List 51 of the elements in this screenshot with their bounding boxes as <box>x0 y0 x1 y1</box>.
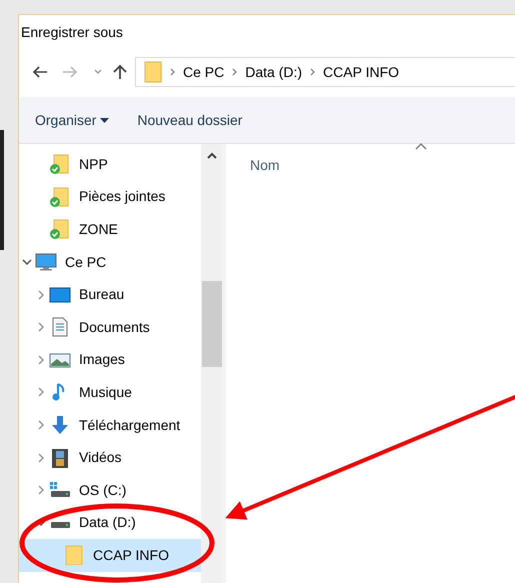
collapse-chevron-icon[interactable] <box>37 420 45 430</box>
folder-icon <box>144 61 162 83</box>
collapse-chevron-icon[interactable] <box>37 354 45 365</box>
tree-item[interactable]: ZONE <box>19 213 201 246</box>
dropdown-chevron-icon[interactable] <box>93 68 103 76</box>
tree-item[interactable]: Bureau <box>19 278 201 311</box>
new-folder-button[interactable]: Nouveau dossier <box>137 110 242 130</box>
synced-folder-icon <box>49 154 71 174</box>
up-arrow-icon[interactable] <box>113 64 127 80</box>
film-strip-icon <box>49 448 71 468</box>
breadcrumb-item[interactable]: Ce PC <box>183 62 224 82</box>
address-bar[interactable]: Ce PC Data (D:) CCAP INFO <box>135 57 515 87</box>
window-title: Enregistrer sous <box>21 24 123 40</box>
synced-folder-icon <box>49 186 71 207</box>
collapse-chevron-icon[interactable] <box>37 322 45 332</box>
scrollbar[interactable] <box>201 144 223 583</box>
tree-item[interactable]: Images <box>19 344 201 376</box>
breadcrumb-item[interactable]: Data (D:) <box>245 62 302 82</box>
download-arrow-icon <box>49 415 71 436</box>
collapse-chevron-icon[interactable] <box>37 452 45 463</box>
scroll-up-icon[interactable] <box>207 152 217 159</box>
tree-item[interactable]: NPP <box>19 148 201 181</box>
dropdown-caret-icon <box>100 118 110 124</box>
breadcrumb-chevron-icon <box>232 68 238 76</box>
desktop-icon <box>49 284 71 305</box>
tree-item[interactable]: Vidéos <box>19 441 201 474</box>
expand-chevron-icon[interactable] <box>22 258 32 266</box>
scrollbar-thumb[interactable] <box>202 281 222 367</box>
tree-item[interactable]: Ce PC <box>19 246 201 278</box>
collapse-chevron-icon[interactable] <box>37 387 45 398</box>
computer-icon <box>35 252 57 272</box>
sort-caret-icon <box>415 142 427 150</box>
tree-item[interactable]: Data (D:) <box>19 506 201 540</box>
organize-menu-button[interactable]: Organiser <box>35 110 110 130</box>
tree-item[interactable]: OS (C:) <box>19 474 201 507</box>
breadcrumb-item[interactable]: CCAP INFO <box>323 62 400 82</box>
drive-icon <box>51 522 70 528</box>
tree-item[interactable]: CCAP INFO <box>19 539 201 572</box>
tree-item[interactable]: Pièces jointes <box>19 180 201 214</box>
tree-item[interactable]: Musique <box>19 376 201 409</box>
back-arrow-icon[interactable] <box>32 66 48 78</box>
tree-item[interactable]: Téléchargement <box>19 408 201 442</box>
folder-icon <box>63 545 85 566</box>
synced-folder-icon <box>49 219 71 240</box>
tree-item[interactable]: Documents <box>19 310 201 344</box>
collapse-chevron-icon[interactable] <box>37 485 45 496</box>
breadcrumb-chevron-icon <box>310 68 316 76</box>
breadcrumb-chevron-icon <box>170 68 175 76</box>
forward-arrow-icon[interactable] <box>62 66 78 78</box>
column-header[interactable]: Nom <box>250 155 280 176</box>
collapse-chevron-icon[interactable] <box>37 290 45 300</box>
